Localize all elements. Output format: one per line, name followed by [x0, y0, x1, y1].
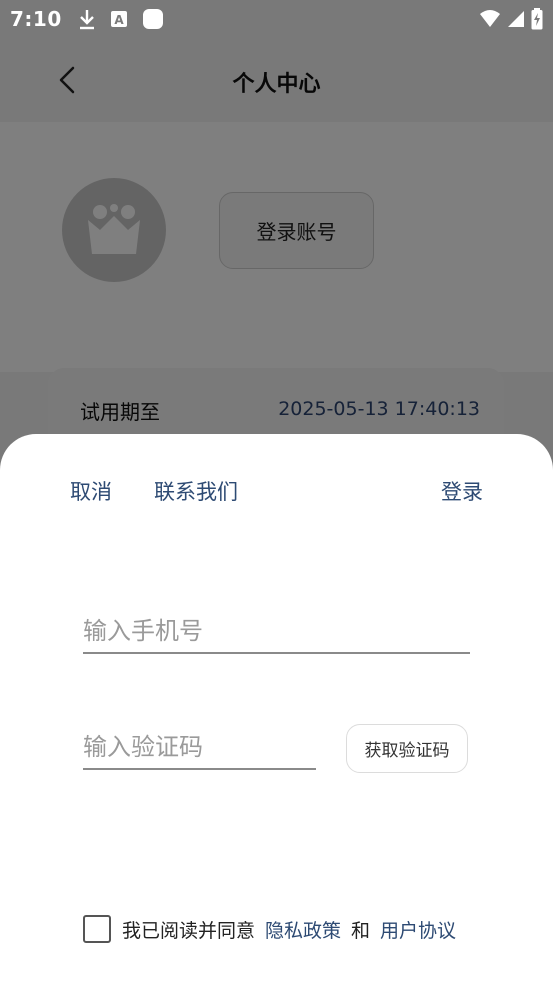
- phone-input[interactable]: [83, 610, 470, 654]
- status-left-icons: A: [78, 8, 164, 30]
- cancel-button[interactable]: 取消: [70, 476, 112, 506]
- agreement-prefix-text: 我已阅读并同意: [122, 919, 256, 942]
- agreement-checkbox[interactable]: [83, 915, 111, 943]
- login-bottom-sheet: 取消 联系我们 登录 获取验证码 我已阅读并同意 隐私政策 和 用户协议: [0, 434, 553, 984]
- signal-icon: [508, 11, 524, 27]
- rounded-square-icon: [142, 9, 163, 29]
- privacy-policy-link[interactable]: 隐私政策: [265, 916, 341, 943]
- user-agreement-link[interactable]: 用户协议: [380, 916, 456, 943]
- status-right-icons: [479, 8, 543, 30]
- font-a-icon: A: [110, 11, 127, 27]
- wifi-icon: [480, 10, 500, 27]
- battery-icon: [531, 8, 543, 30]
- verification-code-input[interactable]: [83, 726, 316, 770]
- download-icon: [79, 10, 94, 30]
- contact-us-button[interactable]: 联系我们: [154, 476, 238, 506]
- svg-text:A: A: [114, 13, 124, 27]
- agreement-and-text: 和: [351, 919, 371, 942]
- agreement-row: 我已阅读并同意 隐私政策 和 用户协议: [83, 914, 456, 944]
- screen: 个人中心 登录账号 试用期至 2025-05-13 17:40:13 7:10: [0, 0, 553, 984]
- status-time: 7:10: [10, 7, 62, 31]
- status-bar: 7:10 A: [0, 0, 553, 38]
- get-verification-code-button[interactable]: 获取验证码: [346, 724, 468, 773]
- login-button[interactable]: 登录: [441, 476, 483, 506]
